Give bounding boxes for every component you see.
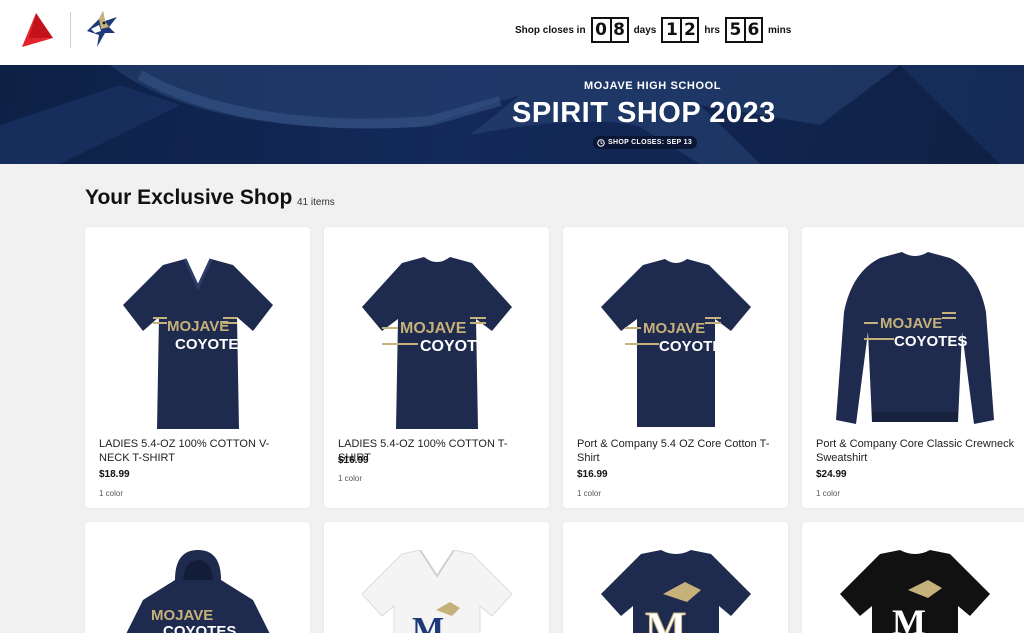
- product-card[interactable]: MOJAVE COYOTES Port & Company Core Class…: [802, 227, 1024, 508]
- product-image[interactable]: MOJAVE COYOTES: [324, 227, 549, 432]
- product-image[interactable]: MOJAVE COYOTES: [85, 227, 310, 432]
- svg-text:M: M: [412, 611, 444, 633]
- product-price: $16.99: [577, 469, 608, 480]
- hours-label: hrs: [704, 24, 720, 36]
- product-image[interactable]: M: [802, 522, 1024, 633]
- svg-text:MOJAVE: MOJAVE: [151, 607, 213, 624]
- svg-text:M: M: [892, 602, 926, 633]
- product-name[interactable]: Port & Company 5.4 OZ Core Cotton T-Shir…: [577, 437, 777, 465]
- navy-vneck-tee-icon: MOJAVE COYOTES: [122, 258, 273, 429]
- days-digits: 0 8: [590, 17, 629, 43]
- navy-tee-m-logo-icon: M: [600, 550, 751, 633]
- hours-digit: 2: [680, 19, 697, 41]
- black-tee-m-logo-icon: M: [839, 550, 990, 633]
- white-vneck-tee-icon: M: [361, 550, 512, 633]
- days-digit: 0: [595, 20, 607, 40]
- product-name[interactable]: Port & Company Core Classic Crewneck Swe…: [816, 437, 1016, 465]
- product-colors: 1 color: [338, 474, 363, 483]
- navy-hoodie-icon: MOJAVE COYOTES: [126, 550, 269, 633]
- countdown-timer: Shop closes in 0 8 days 1 2 hrs 5 6 mins: [515, 16, 796, 44]
- countdown-label: Shop closes in: [515, 24, 586, 36]
- product-image[interactable]: M: [563, 522, 788, 633]
- school-name: MOJAVE HIGH SCHOOL: [584, 80, 722, 92]
- product-image[interactable]: MOJAVE COYOTES: [85, 522, 310, 633]
- brand-logo-icon[interactable]: [22, 13, 54, 47]
- mins-digits: 5 6: [724, 17, 763, 43]
- product-colors: 1 color: [577, 489, 602, 498]
- product-card[interactable]: MOJAVE COYOTES LADIES 5.4-OZ 100% COTTON…: [85, 227, 310, 508]
- svg-text:COYOTES: COYOTES: [659, 338, 732, 355]
- svg-text:MOJAVE: MOJAVE: [880, 315, 942, 332]
- product-image[interactable]: MOJAVE COYOTES: [563, 227, 788, 432]
- product-image[interactable]: M: [324, 522, 549, 633]
- navy-tee-icon: MOJAVE COYOTES: [600, 259, 751, 427]
- logo-divider: [70, 12, 71, 48]
- navy-tee-icon: MOJAVE COYOTES: [361, 257, 512, 429]
- svg-text:MOJAVE: MOJAVE: [167, 318, 229, 335]
- product-name[interactable]: LADIES 5.4-OZ 100% COTTON V-NECK T-SHIRT: [99, 437, 299, 465]
- product-card[interactable]: MOJAVE COYOTES LADIES 5.4-OZ 100% COTTON…: [324, 227, 549, 508]
- hero-banner: MOJAVE HIGH SCHOOL SPIRIT SHOP 2023 SHOP…: [0, 65, 1024, 164]
- item-count: 41 items: [297, 197, 335, 208]
- hours-digit: 1: [665, 20, 678, 40]
- svg-text:COYOTES: COYOTES: [175, 336, 248, 353]
- product-card[interactable]: M: [324, 522, 549, 633]
- product-price: $18.99: [99, 469, 130, 480]
- coyote-mascot-icon[interactable]: [85, 11, 119, 47]
- hours-digits: 1 2: [661, 17, 700, 43]
- svg-text:MOJAVE: MOJAVE: [643, 320, 705, 337]
- product-colors: 1 color: [816, 489, 841, 498]
- page-title: SPIRIT SHOP 2023: [512, 97, 776, 129]
- clock-icon: [597, 138, 605, 147]
- product-card[interactable]: M: [563, 522, 788, 633]
- svg-text:COYOTES: COYOTES: [163, 623, 236, 633]
- product-price: $24.99: [816, 469, 847, 480]
- days-digit: 8: [609, 19, 627, 41]
- mins-digit: 6: [743, 19, 761, 41]
- product-price: $16.99: [338, 455, 369, 466]
- product-image[interactable]: MOJAVE COYOTES: [802, 227, 1024, 432]
- top-bar: Shop closes in 0 8 days 1 2 hrs 5 6 mins: [0, 0, 1024, 65]
- product-card[interactable]: MOJAVE COYOTES: [85, 522, 310, 633]
- navy-sweatshirt-icon: MOJAVE COYOTES: [835, 252, 994, 424]
- svg-text:COYOTES: COYOTES: [420, 338, 499, 355]
- mins-label: mins: [767, 24, 792, 36]
- days-label: days: [633, 24, 657, 36]
- product-card[interactable]: MOJAVE COYOTES Port & Company 5.4 OZ Cor…: [563, 227, 788, 508]
- product-card[interactable]: M: [802, 522, 1024, 633]
- shop-close-badge: SHOP CLOSES: SEP 13: [593, 136, 698, 149]
- svg-text:M: M: [645, 603, 687, 633]
- mins-digit: 5: [729, 20, 742, 40]
- svg-text:MOJAVE: MOJAVE: [400, 320, 467, 337]
- product-colors: 1 color: [99, 489, 124, 498]
- shop-close-text: SHOP CLOSES: SEP 13: [608, 139, 693, 146]
- svg-text:COYOTES: COYOTES: [894, 333, 967, 350]
- shop-heading: Your Exclusive Shop: [85, 186, 293, 209]
